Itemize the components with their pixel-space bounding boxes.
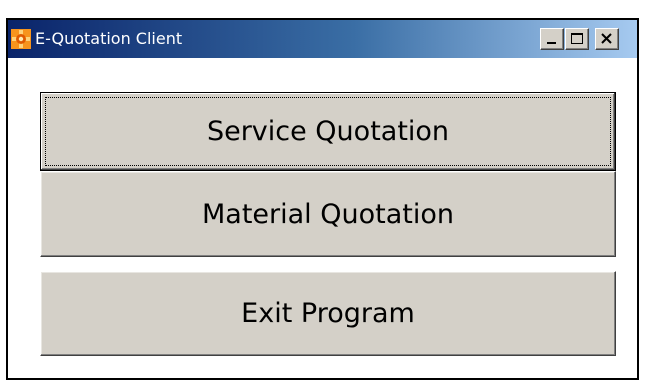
- client-area: Service Quotation Material Quotation Exi…: [8, 58, 637, 378]
- material-quotation-label: Material Quotation: [201, 198, 454, 230]
- title-bar[interactable]: E-Quotation Client: [8, 20, 637, 58]
- exit-program-button[interactable]: Exit Program: [40, 271, 616, 356]
- app-window: E-Quotation Client Service Quotation Mat…: [6, 18, 639, 380]
- service-quotation-label: Service Quotation: [206, 116, 450, 147]
- exit-program-label: Exit Program: [241, 298, 415, 329]
- close-icon: [601, 33, 612, 44]
- minimize-icon: [547, 42, 556, 44]
- close-button[interactable]: [595, 28, 619, 50]
- maximize-icon: [571, 33, 583, 44]
- material-quotation-button[interactable]: Material Quotation: [40, 171, 616, 257]
- gear-icon[interactable]: [11, 29, 31, 49]
- window-title: E-Quotation Client: [35, 29, 183, 48]
- maximize-button[interactable]: [565, 28, 589, 50]
- minimize-button[interactable]: [540, 28, 564, 50]
- service-quotation-button[interactable]: Service Quotation: [40, 92, 616, 171]
